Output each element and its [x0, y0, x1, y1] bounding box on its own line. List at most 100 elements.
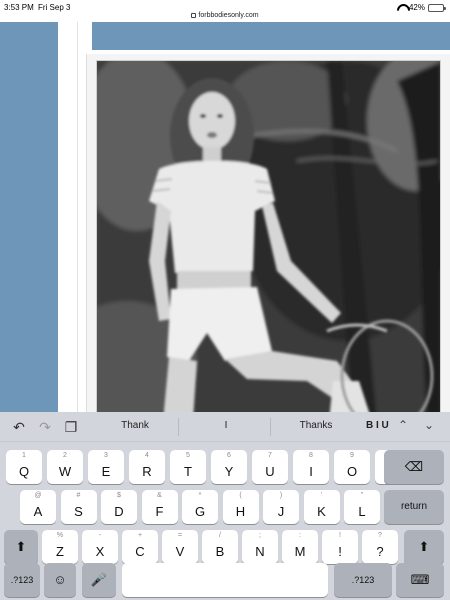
suggestion-3[interactable]: Thanks	[286, 420, 346, 431]
letter-key[interactable]: 6Y	[211, 450, 247, 484]
letter-key[interactable]: ) J	[263, 490, 299, 524]
letter-key[interactable]: 3E	[88, 450, 124, 484]
letter-key[interactable]: # S	[60, 490, 97, 524]
letter-key[interactable]: $ D	[101, 490, 137, 524]
address-bar[interactable]: forbbodiesonly.com	[0, 12, 450, 19]
key-label: K	[317, 504, 326, 519]
letter-key[interactable]: ; N	[242, 530, 278, 564]
key-label: J	[277, 504, 285, 519]
lock-icon	[191, 13, 197, 18]
key-alt-label: 9	[350, 452, 354, 459]
status-right: 42%	[397, 3, 446, 12]
redo-icon[interactable]: ↷	[36, 418, 54, 436]
key-label: Y	[224, 464, 234, 479]
letter-key[interactable]: 2W	[47, 450, 83, 484]
status-time: 3:53 PM	[4, 3, 34, 12]
key-label: X	[95, 544, 105, 559]
wifi-icon	[397, 4, 406, 11]
letter-key[interactable]: * G	[182, 490, 218, 524]
battery-percent: 42%	[408, 3, 425, 12]
key-alt-label: :	[299, 532, 301, 539]
letter-key[interactable]: -X	[82, 530, 118, 564]
letter-key[interactable]: / B	[202, 530, 238, 564]
keyboard-hide-icon: ⌨	[410, 572, 430, 587]
hide-keyboard-key[interactable]: ⌨	[396, 563, 444, 597]
chevron-up-icon[interactable]: ⌃	[398, 418, 408, 432]
status-date: Fri Sep 3	[38, 3, 71, 12]
key-label: ?	[376, 544, 384, 559]
key-label: I	[309, 464, 313, 479]
photo-drawing	[97, 61, 440, 412]
letter-key[interactable]: !!	[322, 530, 358, 564]
photo-image[interactable]	[96, 60, 441, 412]
letter-key[interactable]: ??	[362, 530, 398, 564]
key-alt-label: @	[34, 492, 42, 499]
page-header-bar	[92, 22, 450, 50]
return-key[interactable]: return	[384, 490, 444, 524]
status-bar: 3:53 PM Fri Sep 3 forbbodiesonly.com 42%	[0, 0, 450, 22]
key-label: E	[101, 464, 111, 479]
letter-key[interactable]: 5T	[170, 450, 206, 484]
key-label: G	[194, 504, 206, 519]
key-label: A	[33, 504, 43, 519]
key-label: H	[235, 504, 246, 519]
letter-key[interactable]: (H	[222, 490, 259, 524]
suggestion-separator	[270, 418, 271, 436]
suggestion-1[interactable]: Thank	[104, 420, 166, 431]
letter-key[interactable]: = V	[162, 530, 198, 564]
key-alt-label: -	[98, 532, 102, 539]
numbers-key-right[interactable]: .?123	[334, 563, 392, 597]
dictation-key[interactable]: 🎤	[82, 563, 116, 597]
letter-key[interactable]: 7U	[252, 450, 288, 484]
key-label: L	[358, 504, 366, 519]
key-label: T	[184, 464, 192, 479]
letter-key[interactable]: & F	[141, 490, 178, 524]
key-alt-label: &	[157, 492, 162, 499]
letter-key[interactable]: 9O	[334, 450, 370, 484]
key-label: F	[155, 504, 164, 519]
key-alt-label: 1	[22, 452, 26, 459]
letter-key[interactable]: ' K	[303, 490, 340, 524]
shift-icon: ⬆	[418, 539, 430, 554]
url-text: forbbodiesonly.com	[198, 12, 259, 19]
page-left-panel	[0, 22, 58, 412]
letter-key[interactable]: " L	[344, 490, 380, 524]
keyboard-toolbar: ↶ ↷ ❐ Thank I Thanks B I U ⌃ ⌄	[0, 412, 450, 442]
key-alt-label: 3	[104, 452, 108, 459]
key-alt-label: +	[137, 532, 143, 539]
key-label: S	[74, 504, 83, 519]
letter-key[interactable]: 8I	[293, 450, 329, 484]
battery-icon	[428, 3, 446, 12]
letter-key[interactable]: 4R	[129, 450, 165, 484]
letter-key[interactable]: @ A	[20, 490, 56, 524]
key-alt-label: 2	[63, 452, 67, 459]
key-label: Q	[18, 464, 30, 479]
letter-key[interactable]: + C	[122, 530, 158, 564]
shift-key-left[interactable]: ⬆	[4, 530, 38, 564]
key-label: !	[338, 544, 342, 559]
backspace-key[interactable]: ⌫	[384, 450, 444, 484]
letter-key[interactable]: :M	[282, 530, 318, 564]
web-page	[0, 22, 450, 412]
emoji-key[interactable]: ☺	[44, 563, 76, 597]
key-label: O	[346, 464, 358, 479]
undo-icon[interactable]: ↶	[10, 418, 28, 436]
letter-key[interactable]: 1Q	[6, 450, 42, 484]
key-label: N	[255, 544, 265, 559]
return-label: return	[400, 501, 428, 512]
key-alt-label: "	[360, 492, 364, 499]
space-bar[interactable]	[122, 563, 328, 597]
page-left-gutter	[58, 22, 78, 412]
clipboard-icon[interactable]: ❐	[62, 418, 80, 436]
suggestion-2[interactable]: I	[196, 420, 256, 431]
letter-key[interactable]: % Z	[42, 530, 78, 564]
key-alt-label: %	[56, 532, 64, 539]
chevron-down-icon[interactable]: ⌄	[424, 418, 434, 432]
format-button[interactable]: B I U	[366, 420, 389, 431]
key-alt-label: !	[339, 532, 341, 539]
suggestion-separator	[178, 418, 179, 436]
key-alt-label: /	[219, 532, 221, 539]
numbers-key-left[interactable]: .?123	[4, 563, 40, 597]
numbers-label: .?123	[351, 575, 375, 585]
shift-key-right[interactable]: ⬆	[404, 530, 444, 564]
